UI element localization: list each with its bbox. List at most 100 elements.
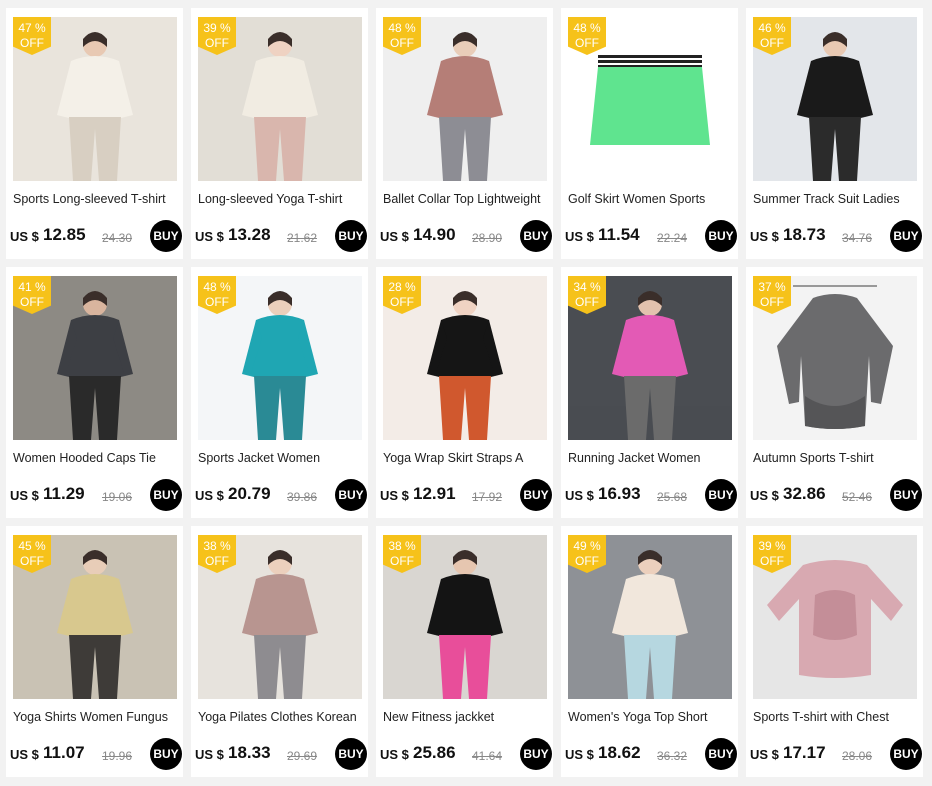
discount-percent: 48 % [388,21,416,35]
product-card[interactable]: 38 % OFF Yoga Pilates Clothes Korean US … [191,526,368,777]
buy-button[interactable]: BUY [890,738,922,770]
product-grid: 47 % OFF Sports Long-sleeved T-shirt US … [6,8,923,777]
sale-price: 12.85 [43,225,86,244]
product-title[interactable]: Running Jacket Women [568,451,734,470]
currency-label: US $ [750,229,779,244]
product-card[interactable]: 28 % OFF Yoga Wrap Skirt Straps A US $ 1… [376,267,553,518]
discount-percent: 41 % [18,280,46,294]
product-card[interactable]: 46 % OFF Summer Track Suit Ladies US $ 1… [746,8,923,259]
product-image[interactable]: 38 % OFF [198,535,362,699]
buy-button[interactable]: BUY [705,479,737,511]
product-image[interactable]: 48 % OFF [568,17,732,181]
product-image[interactable]: 48 % OFF [198,276,362,440]
price-row: US $ 32.86 52.46 BUY [750,479,922,511]
buy-button[interactable]: BUY [150,738,182,770]
product-image[interactable]: 38 % OFF [383,535,547,699]
price-row: US $ 13.28 21.62 BUY [195,220,367,252]
buy-button[interactable]: BUY [890,479,922,511]
product-image[interactable]: 39 % OFF [753,535,917,699]
original-price: 29.69 [287,749,318,763]
price-row: US $ 18.73 34.76 BUY [750,220,922,252]
discount-percent: 45 % [18,539,46,553]
sale-price: 11.07 [43,743,85,762]
product-title[interactable]: Autumn Sports T-shirt [753,451,919,470]
original-price: 19.06 [102,490,133,504]
currency-label: US $ [10,229,39,244]
product-card[interactable]: 48 % OFF Sports Jacket Women US $ 20.79 … [191,267,368,518]
product-card[interactable]: 49 % OFF Women's Yoga Top Short US $ 18.… [561,526,738,777]
discount-percent: 39 % [203,21,231,35]
product-card[interactable]: 48 % OFF Golf Skirt Women Sports US $ 11… [561,8,738,259]
product-title[interactable]: Women's Yoga Top Short [568,710,734,729]
original-price: 39.86 [287,490,318,504]
currency-label: US $ [195,229,224,244]
currency-label: US $ [380,488,409,503]
product-card[interactable]: 45 % OFF Yoga Shirts Women Fungus US $ 1… [6,526,183,777]
product-title[interactable]: Sports Long-sleeved T-shirt [13,192,179,211]
product-title[interactable]: Yoga Pilates Clothes Korean [198,710,364,729]
buy-button[interactable]: BUY [520,738,552,770]
original-price: 22.24 [657,231,688,245]
product-image[interactable]: 39 % OFF [198,17,362,181]
product-title[interactable]: Summer Track Suit Ladies [753,192,919,211]
product-card[interactable]: 48 % OFF Ballet Collar Top Lightweight U… [376,8,553,259]
discount-off-label: OFF [760,36,784,50]
currency-label: US $ [565,229,594,244]
product-card[interactable]: 47 % OFF Sports Long-sleeved T-shirt US … [6,8,183,259]
product-image[interactable]: 28 % OFF [383,276,547,440]
product-card[interactable]: 39 % OFF Long-sleeved Yoga T-shirt US $ … [191,8,368,259]
currency-label: US $ [750,747,779,762]
product-card[interactable]: 37 % OFF Autumn Sports T-shirt US $ 32.8… [746,267,923,518]
discount-percent: 48 % [573,21,601,35]
product-title[interactable]: Yoga Wrap Skirt Straps A [383,451,549,470]
discount-off-label: OFF [575,295,599,309]
product-image[interactable]: 45 % OFF [13,535,177,699]
original-price: 36.32 [657,749,688,763]
product-card[interactable]: 38 % OFF New Fitness jackket US $ 25.86 … [376,526,553,777]
discount-off-label: OFF [20,36,44,50]
buy-button[interactable]: BUY [705,220,737,252]
discount-off-label: OFF [760,554,784,568]
discount-percent: 39 % [758,539,786,553]
product-image[interactable]: 48 % OFF [383,17,547,181]
buy-button[interactable]: BUY [150,220,182,252]
currency-label: US $ [565,747,594,762]
buy-button[interactable]: BUY [520,220,552,252]
product-title[interactable]: Women Hooded Caps Tie [13,451,179,470]
buy-button[interactable]: BUY [520,479,552,511]
product-title[interactable]: Ballet Collar Top Lightweight [383,192,549,211]
product-image[interactable]: 49 % OFF [568,535,732,699]
product-title[interactable]: Yoga Shirts Women Fungus [13,710,179,729]
buy-button[interactable]: BUY [335,738,367,770]
product-image[interactable]: 47 % OFF [13,17,177,181]
buy-button[interactable]: BUY [890,220,922,252]
price-row: US $ 25.86 41.64 BUY [380,738,552,770]
currency-label: US $ [565,488,594,503]
product-image[interactable]: 34 % OFF [568,276,732,440]
discount-percent: 48 % [203,280,231,294]
product-card[interactable]: 34 % OFF Running Jacket Women US $ 16.93… [561,267,738,518]
product-title[interactable]: Sports T-shirt with Chest [753,710,919,729]
product-image[interactable]: 46 % OFF [753,17,917,181]
product-title[interactable]: New Fitness jackket [383,710,549,729]
currency-label: US $ [10,488,39,503]
product-image[interactable]: 41 % OFF [13,276,177,440]
discount-percent: 38 % [388,539,416,553]
buy-button[interactable]: BUY [150,479,182,511]
original-price: 17.92 [472,490,503,504]
product-title[interactable]: Long-sleeved Yoga T-shirt [198,192,364,211]
buy-button[interactable]: BUY [705,738,737,770]
original-price: 52.46 [842,490,873,504]
product-image[interactable]: 37 % OFF [753,276,917,440]
sale-price: 18.73 [783,225,826,244]
product-title[interactable]: Golf Skirt Women Sports [568,192,734,211]
buy-button[interactable]: BUY [335,220,367,252]
price-row: US $ 20.79 39.86 BUY [195,479,367,511]
original-price: 25.68 [657,490,688,504]
product-card[interactable]: 39 % OFF Sports T-shirt with Chest US $ … [746,526,923,777]
discount-percent: 34 % [573,280,601,294]
product-title[interactable]: Sports Jacket Women [198,451,364,470]
product-card[interactable]: 41 % OFF Women Hooded Caps Tie US $ 11.2… [6,267,183,518]
buy-button[interactable]: BUY [335,479,367,511]
discount-off-label: OFF [760,295,784,309]
